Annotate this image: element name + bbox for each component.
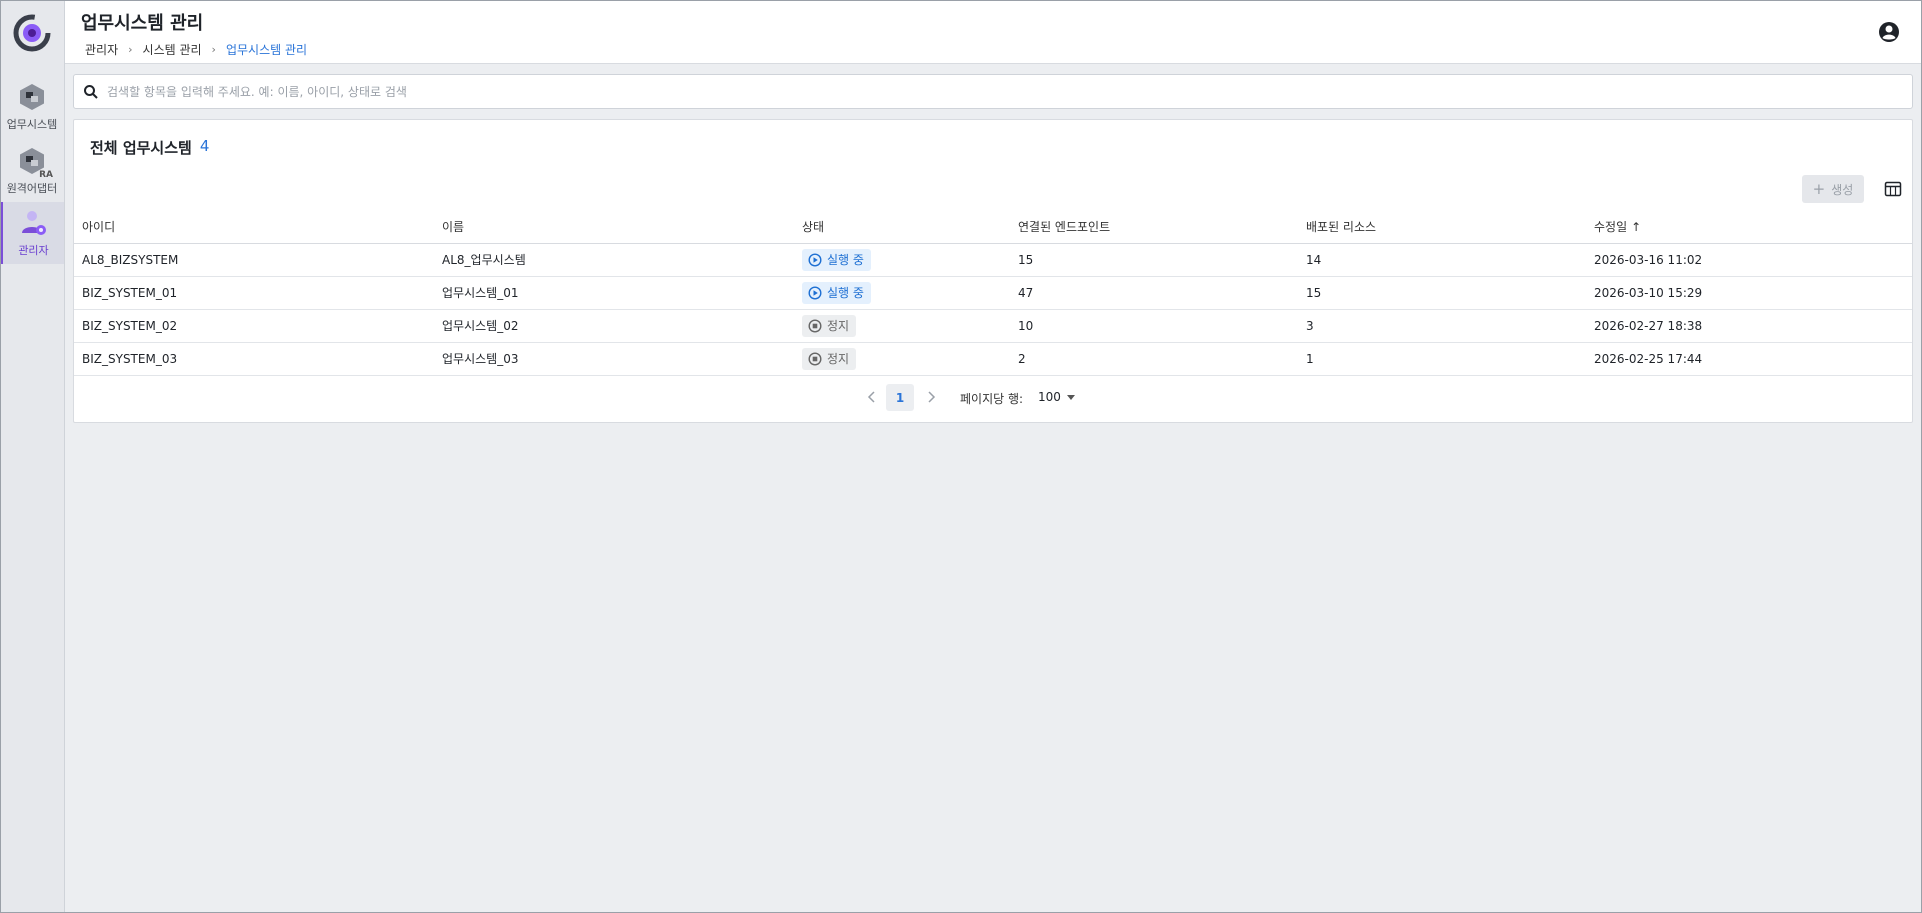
remote-adapter-icon: RA [17,146,53,180]
remote-adapter-tag: RA [39,170,53,180]
admin-icon [19,208,49,238]
cell-resources: 3 [1298,309,1586,343]
sidebar-item-label: 관리자 [18,244,49,257]
cell-modified: 2026-02-25 17:44 [1586,342,1912,376]
breadcrumb-item-current: 업무시스템 관리 [225,43,308,57]
column-header-name[interactable]: 이름 [434,210,794,244]
cell-status: 실행 중 [794,243,1010,277]
breadcrumb-item-admin[interactable]: 관리자 [85,41,118,58]
chevron-right-icon[interactable] [924,390,938,404]
breadcrumb-item-system[interactable]: 시스템 관리 [143,41,202,58]
cell-endpoints: 15 [1010,243,1298,277]
cell-id: BIZ_SYSTEM_02 [74,309,434,343]
stop-circle-icon [808,351,822,366]
status-badge: 실행 중 [802,281,871,304]
total-count: 4 [199,137,210,155]
chevron-left-icon[interactable] [865,390,879,404]
business-system-icon [17,82,47,112]
column-header-modified[interactable]: 수정일 ↑ [1586,210,1912,244]
sidebar-item-remote-adapter[interactable]: RA 원격어댑터 [0,140,64,202]
cell-modified: 2026-02-27 18:38 [1586,309,1912,343]
cell-name: 업무시스템_02 [434,309,794,343]
cell-name: 업무시스템_01 [434,276,794,310]
plus-icon: + [1812,180,1826,198]
pagination: 1 페이지당 행: 100 [74,382,1912,412]
stop-circle-icon [808,318,822,333]
search-bar [73,74,1913,109]
column-header-resources[interactable]: 배포된 리소스 [1298,210,1586,244]
status-label: 실행 중 [827,253,864,267]
play-circle-icon [808,285,822,300]
cell-resources: 1 [1298,342,1586,376]
column-header-endpoints[interactable]: 연결된 엔드포인트 [1010,210,1298,244]
card-title: 전체 업무시스템 4 [90,137,209,158]
page-header: 업무시스템 관리 관리자 › 시스템 관리 › 업무시스템 관리 [65,0,1922,64]
cell-name: AL8_업무시스템 [434,243,794,277]
status-badge: 정지 [802,314,857,337]
table-row[interactable]: BIZ_SYSTEM_02 업무시스템_02 정지 10 3 2026-02-27 18:… [74,309,1912,343]
sidebar-item-label: 업무시스템 [6,118,58,131]
cell-id: AL8_BIZSYSTEM [74,243,434,277]
column-header-modified-label: 수정일 [1594,219,1628,234]
breadcrumb: 관리자 › 시스템 관리 › 업무시스템 관리 [85,41,307,58]
cell-resources: 15 [1298,276,1586,310]
page-title: 업무시스템 관리 [81,13,204,34]
rows-per-page-label: 페이지당 행: [960,392,1024,406]
rows-per-page-select[interactable]: 100 [1038,387,1075,407]
chevron-right-icon: › [128,43,133,56]
table-row[interactable]: AL8_BIZSYSTEM AL8_업무시스템 실행 중 15 14 2026-03-16… [74,243,1912,277]
app-logo-icon[interactable] [13,14,51,52]
cell-resources: 14 [1298,243,1586,277]
column-settings-icon[interactable] [1884,180,1902,198]
cell-id: BIZ_SYSTEM_03 [74,342,434,376]
table-row[interactable]: BIZ_SYSTEM_03 업무시스템_03 정지 2 1 2026-02-25 17:4… [74,342,1912,376]
chevron-right-icon: › [211,43,216,56]
business-system-table: 아이디 이름 상태 연결된 엔드포인트 배포된 리소스 수정일 ↑ AL8_BIZ… [74,210,1912,376]
cell-modified: 2026-03-16 11:02 [1586,243,1912,277]
play-circle-icon [808,252,822,267]
sidebar: 업무시스템 RA 원격어댑터 관리자 [0,0,65,913]
create-button[interactable]: + 생성 [1802,175,1864,203]
status-badge: 정지 [802,347,857,370]
status-label: 정지 [827,352,850,366]
sidebar-item-business-system[interactable]: 업무시스템 [0,76,64,138]
cell-status: 정지 [794,309,1010,343]
create-button-label: 생성 [1831,182,1854,197]
status-label: 정지 [827,319,850,333]
table-row[interactable]: BIZ_SYSTEM_01 업무시스템_01 실행 중 47 15 2026-03-10 … [74,276,1912,310]
sidebar-item-admin[interactable]: 관리자 [0,202,64,264]
cell-status: 실행 중 [794,276,1010,310]
rows-per-page-value: 100 [1038,390,1061,404]
column-header-status[interactable]: 상태 [794,210,1010,244]
search-icon [84,84,98,99]
cell-endpoints: 47 [1010,276,1298,310]
cell-status: 정지 [794,342,1010,376]
sort-ascending-icon[interactable]: ↑ [1631,220,1641,234]
cell-endpoints: 10 [1010,309,1298,343]
status-badge: 실행 중 [802,248,871,271]
account-icon[interactable] [1878,21,1900,43]
cell-name: 업무시스템_03 [434,342,794,376]
search-input[interactable] [107,84,1887,99]
business-system-card: 전체 업무시스템 4 + 생성 아이디 이름 상태 연결된 엔드포인트 배포된 … [73,119,1913,423]
cell-endpoints: 2 [1010,342,1298,376]
caret-down-icon [1066,394,1075,400]
column-header-id[interactable]: 아이디 [74,210,434,244]
table-header-row: 아이디 이름 상태 연결된 엔드포인트 배포된 리소스 수정일 ↑ [74,210,1912,244]
status-label: 실행 중 [827,286,864,300]
card-title-text: 전체 업무시스템 [90,139,192,157]
cell-id: BIZ_SYSTEM_01 [74,276,434,310]
sidebar-item-label: 원격어댑터 [6,182,58,195]
page-number-button[interactable]: 1 [886,384,914,411]
cell-modified: 2026-03-10 15:29 [1586,276,1912,310]
